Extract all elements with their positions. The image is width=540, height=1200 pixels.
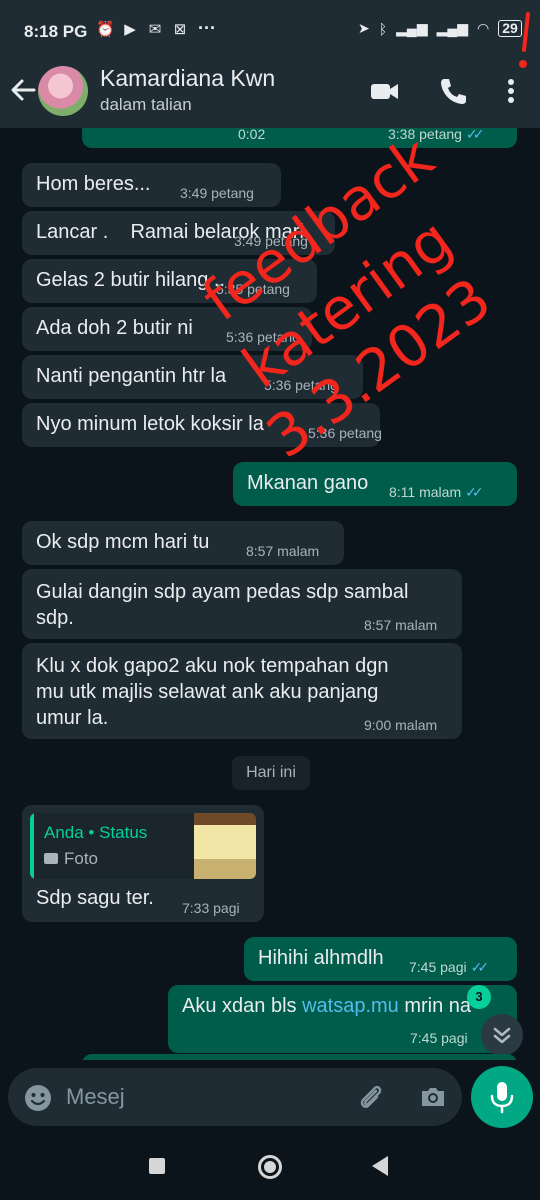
status-time: 8:18 PG (24, 22, 88, 41)
message-text: Mkanan gano (247, 472, 369, 494)
read-ticks-icon: ✓✓ (465, 128, 485, 142)
message-text: Nanti pengantin htr la (36, 365, 227, 387)
scroll-down-button[interactable] (481, 1014, 523, 1056)
time-text: 7:45 pagi (409, 959, 467, 975)
system-nav-bar (0, 1136, 540, 1200)
contact-name[interactable]: Kamardiana Kwn (100, 65, 275, 92)
quote-author: Anda • Status (44, 823, 148, 842)
message-time: 3:49 petang (180, 185, 254, 201)
alarm-icon: ⏰ (96, 21, 115, 38)
chat-header: Kamardiana Kwn dalam talian (0, 62, 540, 128)
message-time: 8:57 malam (364, 617, 438, 633)
voice-duration: 0:02 (238, 128, 266, 142)
notification-icons: ⏰ ▶ ✉ ⊠ (96, 20, 189, 38)
message-text: Aku xdan bls watsap.mu mrin na (182, 995, 471, 1018)
location-icon: ➤ (358, 20, 370, 36)
message-text-part: mrin na (398, 995, 472, 1017)
message-bubble[interactable]: Gelas 2 butir hilang .. 5:35 petang (22, 259, 317, 303)
message-text: Klu x dok gapo2 aku nok tempahan dgn mu … (36, 655, 389, 729)
message-time: 7:45 pagi (410, 1030, 468, 1046)
message-text: Hom beres... (36, 173, 151, 195)
message-bubble[interactable]: Nanti pengantin htr la 5:36 petang (22, 355, 363, 399)
emoji-icon[interactable] (24, 1084, 52, 1112)
message-time: 3:49 petang (234, 233, 308, 249)
app-icon: ⊠ (173, 21, 187, 38)
message-link[interactable]: watsap.mu (302, 995, 399, 1017)
read-ticks-icon: ✓✓ (465, 484, 484, 500)
signal-icon: ▂▄▆ (436, 20, 469, 36)
message-time: 5:36 petang (308, 425, 382, 441)
back-arrow-icon[interactable] (8, 70, 38, 110)
message-time: 7:33 pagi (182, 900, 240, 916)
more-notifications-icon: ··· (198, 18, 216, 38)
time-text: 8:11 malam (389, 484, 462, 500)
message-text: Ada doh 2 butir ni (36, 317, 193, 339)
quoted-status[interactable]: Anda • Status Foto (30, 813, 256, 879)
message-text: Gulai dangin sdp ayam pedas sdp sambal s… (36, 581, 409, 629)
message-composer (8, 1068, 462, 1126)
phone-icon[interactable] (436, 74, 470, 108)
message-text: Nyo minum letok koksir la (36, 413, 264, 435)
message-bubble[interactable]: Hom beres... 3:49 petang (22, 163, 281, 207)
message-time: 3:38 petang ✓✓ (388, 128, 485, 143)
more-vertical-icon[interactable] (494, 74, 528, 108)
quote-accent-bar (30, 813, 34, 879)
unread-count-badge: 3 (467, 985, 491, 1009)
message-bubble[interactable]: Lancar . Ramai belarok mari. 3:49 petang (22, 211, 335, 255)
message-bubble[interactable]: Ok sdp mcm hari tu 8:57 malam (22, 521, 344, 565)
message-bubble[interactable]: Hihihi alhmdlh 7:45 pagi ✓✓ (244, 937, 517, 981)
message-bubble[interactable]: Nyo minum letok koksir la 5:36 petang (22, 403, 382, 447)
photo-icon (44, 853, 58, 864)
message-time: 8:57 malam (246, 543, 320, 559)
date-divider: Hari ini (232, 756, 310, 790)
message-time: 7:45 pagi ✓✓ (409, 959, 490, 976)
attach-icon[interactable] (356, 1082, 386, 1112)
message-bubble[interactable]: Aku xdan bls watsap.mu mrin na 7:45 pagi (168, 985, 517, 1053)
message-time: 8:11 malam ✓✓ (389, 484, 484, 501)
message-input[interactable] (66, 1078, 336, 1116)
recents-icon[interactable] (149, 1158, 165, 1174)
message-time: 5:35 petang (216, 281, 290, 297)
chat-area[interactable]: 0:02 3:38 petang ✓✓ Hom beres... 3:49 pet… (0, 128, 540, 1060)
annotation-mark-icon (519, 12, 530, 68)
video-call-icon[interactable] (368, 74, 402, 108)
quote-kind: Foto (64, 849, 99, 868)
read-ticks-icon: ✓✓ (470, 959, 490, 975)
message-bubble[interactable]: Klu x dok gapo2 aku nok tempahan dgn mu … (22, 643, 462, 739)
home-icon[interactable] (258, 1155, 282, 1179)
signal-icon: ▂▄▆ (396, 20, 428, 36)
mic-button[interactable] (471, 1066, 533, 1128)
status-photo-thumbnail (194, 813, 256, 879)
message-bubble[interactable]: Mkanan gano 8:11 malam ✓✓ (233, 462, 517, 506)
message-time: 5:36 petang (264, 377, 338, 393)
message-bubble[interactable]: Anda • Status Foto Sdp sagu ter. 7:33 pa… (22, 805, 264, 922)
message-text: Hihihi alhmdlh (258, 947, 384, 969)
voice-message-partial[interactable]: 0:02 3:38 petang ✓✓ (82, 128, 517, 148)
message-bubble-partial[interactable] (82, 1054, 517, 1060)
message-bubble[interactable]: Ada doh 2 butir ni 5:36 petang (22, 307, 312, 351)
status-bar: 8:18 PG ⏰ ▶ ✉ ⊠ ··· ➤ ᛒ ▂▄▆ ▂▄▆ ◠ 29 (0, 0, 540, 62)
time-text: 3:38 petang (388, 128, 462, 142)
mail-icon: ✉ (148, 21, 162, 38)
system-icons: ➤ ᛒ ▂▄▆ ▂▄▆ ◠ 29 (358, 20, 522, 37)
wifi-icon: ◠ (477, 20, 490, 36)
back-icon[interactable] (372, 1156, 388, 1176)
message-text-part: Aku xdan bls (182, 995, 303, 1017)
message-bubble[interactable]: Gulai dangin sdp ayam pedas sdp sambal s… (22, 569, 462, 639)
message-text: Gelas 2 butir hilang .. (36, 269, 225, 291)
message-text: Ok sdp mcm hari tu (36, 531, 210, 553)
youtube-icon: ▶ (124, 21, 136, 38)
avatar[interactable] (38, 66, 88, 116)
message-time: 5:36 petang (226, 329, 300, 345)
contact-status: dalam talian (100, 95, 192, 114)
message-text: Sdp sagu ter. (36, 887, 154, 909)
camera-icon[interactable] (418, 1082, 448, 1112)
message-time: 9:00 malam (364, 717, 438, 733)
bluetooth-icon: ᛒ (378, 20, 388, 37)
